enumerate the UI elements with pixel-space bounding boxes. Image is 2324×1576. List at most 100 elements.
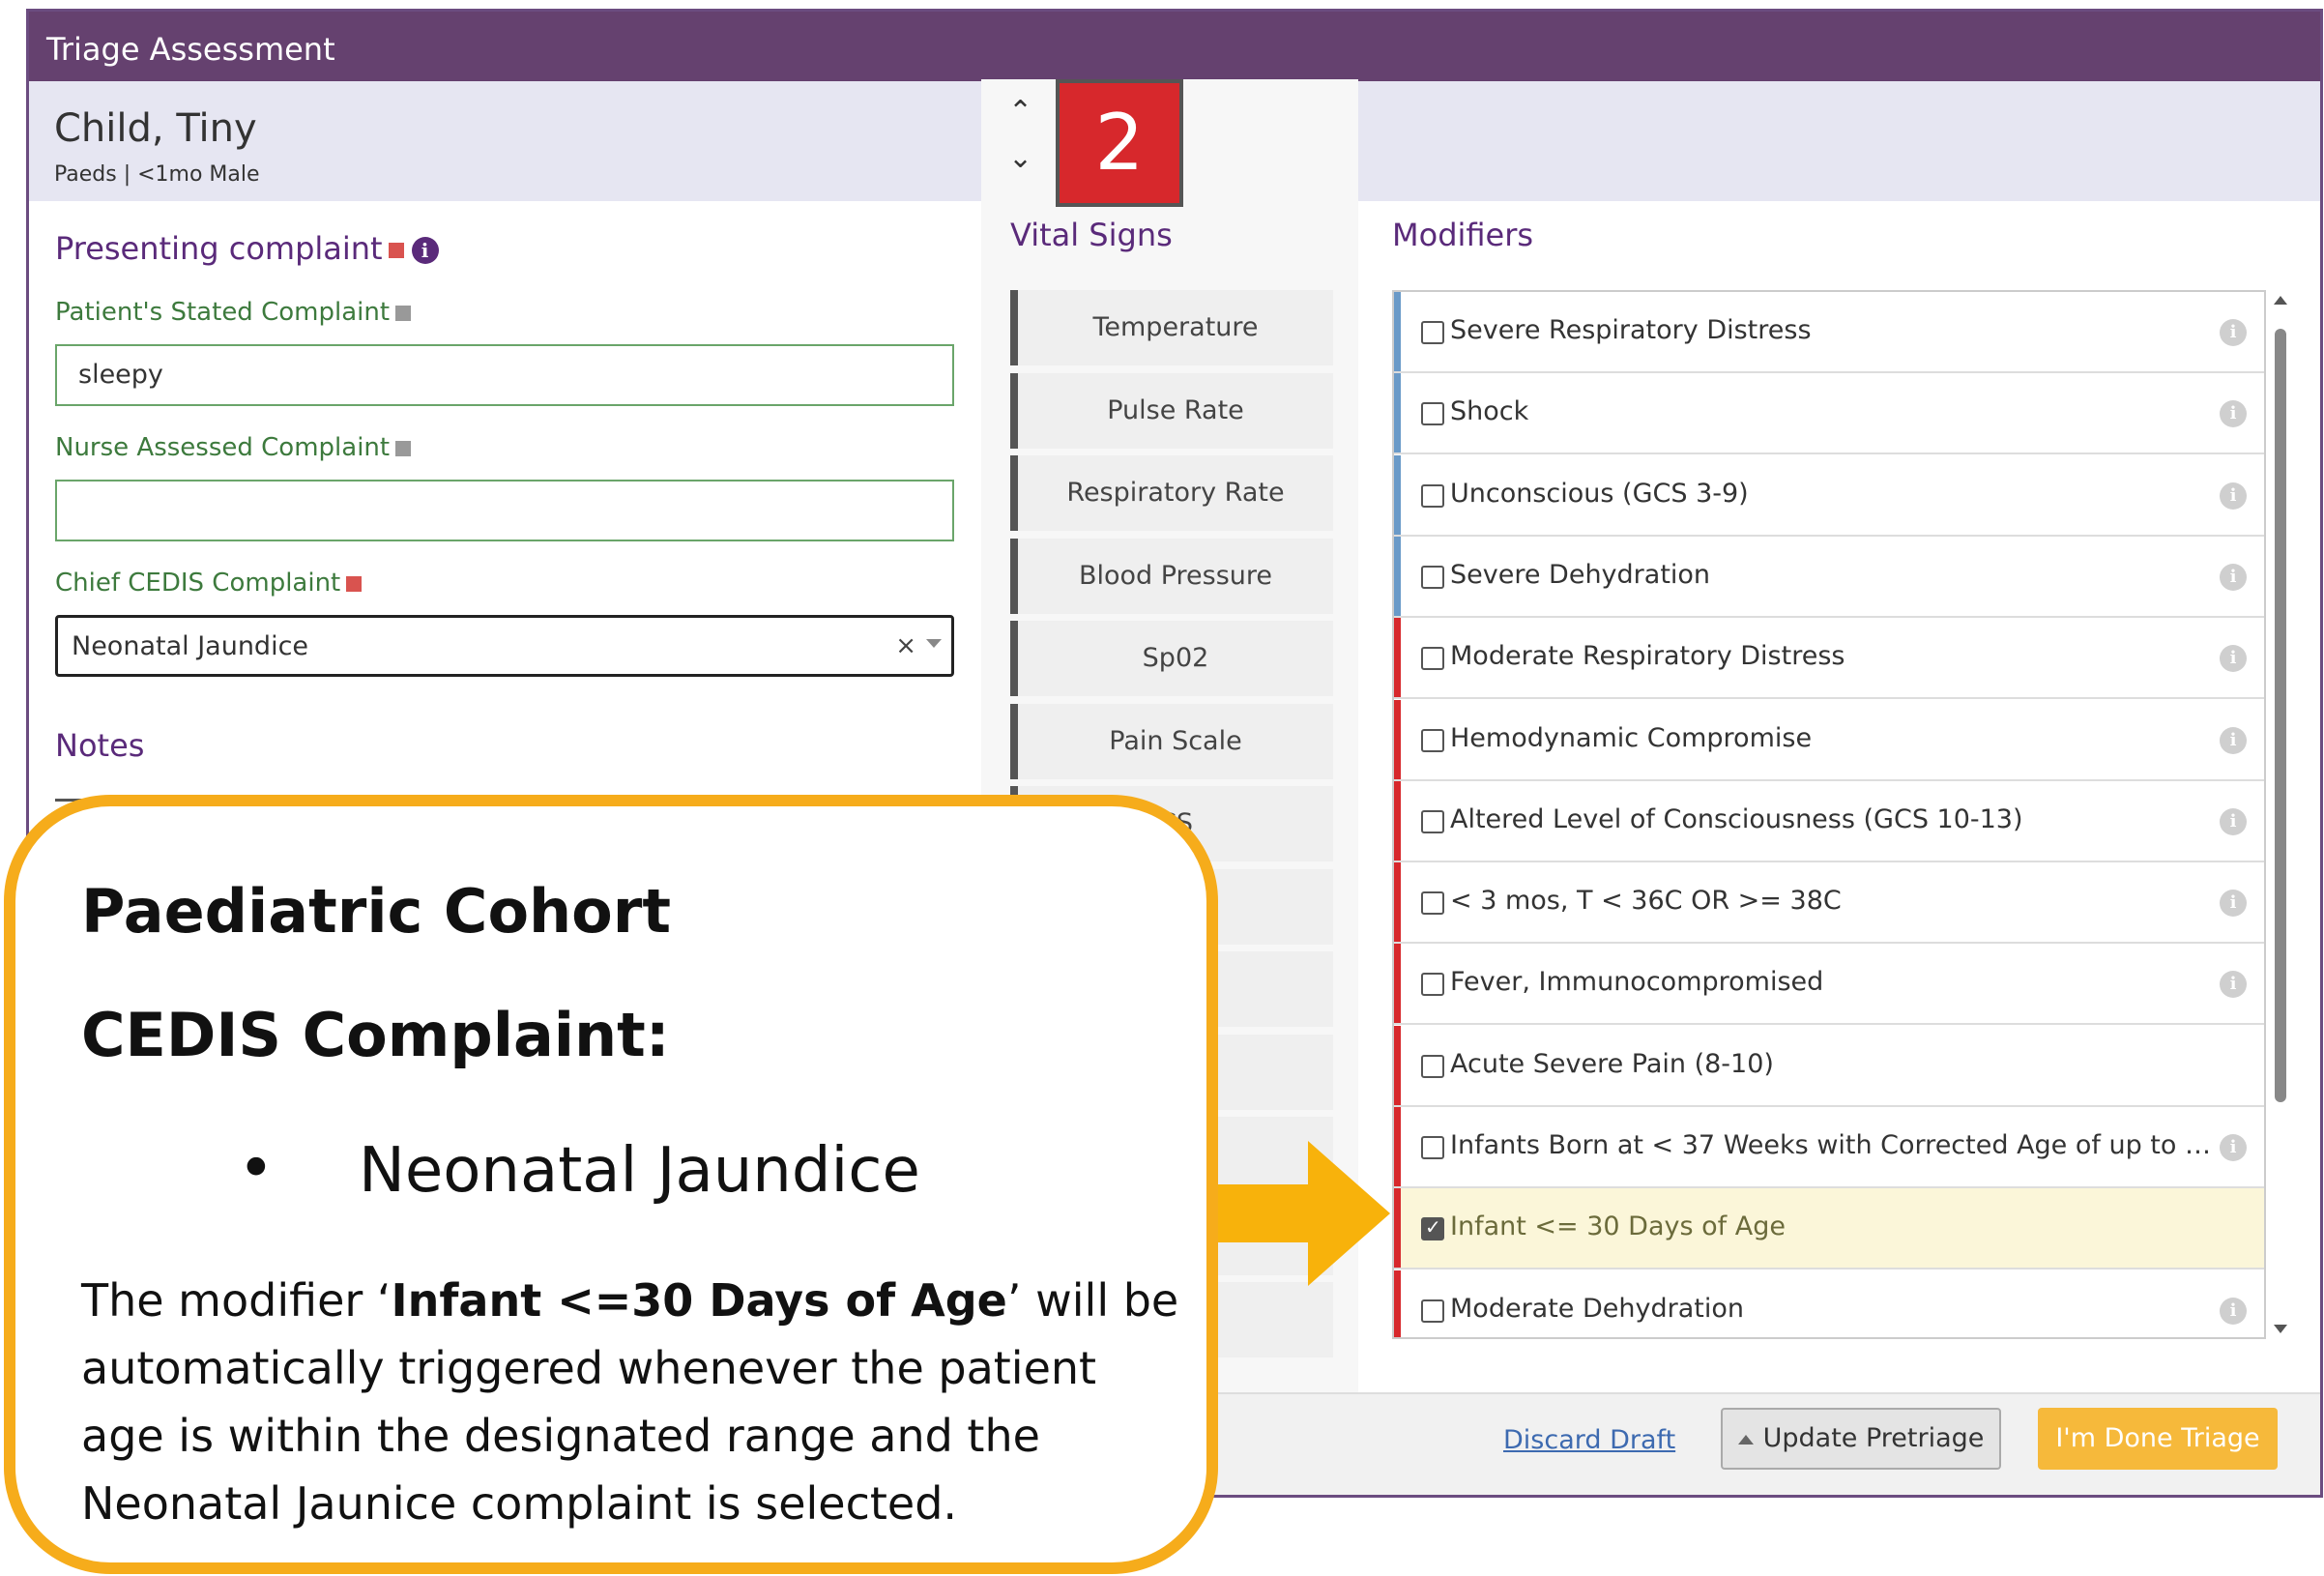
info-icon[interactable]: i xyxy=(2220,319,2247,346)
modifier-item[interactable]: Hemodynamic Compromise i xyxy=(1394,699,2264,781)
modifier-checkbox[interactable] xyxy=(1421,321,1444,344)
annotation-callout: Paediatric Cohort CEDIS Complaint: • Neo… xyxy=(4,795,1218,1574)
modifier-checkbox[interactable] xyxy=(1421,1215,1444,1241)
modifier-checkbox[interactable] xyxy=(1421,565,1444,589)
callout-arrow xyxy=(1216,1141,1390,1286)
modifier-checkbox[interactable] xyxy=(1421,483,1444,508)
severity-bar xyxy=(1394,292,1401,371)
severity-bar xyxy=(1394,1025,1401,1105)
info-icon[interactable]: i xyxy=(2220,400,2247,428)
modifier-label: Infants Born at < 37 Weeks with Correcte… xyxy=(1450,1130,2214,1160)
severity-bar xyxy=(1394,780,1401,861)
modifier-item[interactable]: Fever, Immunocompromised i xyxy=(1394,944,2264,1026)
info-icon[interactable]: i xyxy=(2220,726,2247,754)
vital-sign-button[interactable]: Pulse Rate xyxy=(1010,372,1333,449)
nurse-complaint-label: Nurse Assessed Complaint xyxy=(55,433,412,462)
modifier-label: Infant <= 30 Days of Age xyxy=(1450,1211,1786,1242)
info-icon[interactable]: i xyxy=(2220,807,2247,835)
info-icon[interactable]: i xyxy=(2220,482,2247,510)
clear-icon[interactable]: × xyxy=(895,631,916,660)
severity-bar xyxy=(1394,373,1401,453)
presenting-complaint-title: Presenting complaint i xyxy=(55,230,439,267)
severity-bar xyxy=(1394,1107,1401,1186)
severity-bar xyxy=(1394,454,1401,535)
modifier-checkbox[interactable] xyxy=(1421,1054,1444,1078)
modifier-label: Fever, Immunocompromised xyxy=(1450,967,1824,998)
modifier-item[interactable]: Moderate Respiratory Distress i xyxy=(1394,618,2264,700)
discard-draft-link[interactable]: Discard Draft xyxy=(1503,1425,1675,1455)
chevron-down-icon[interactable] xyxy=(926,639,942,648)
severity-bar xyxy=(1394,699,1401,779)
nurse-complaint-text: Nurse Assessed Complaint xyxy=(55,433,391,462)
notes-title: Notes xyxy=(55,727,145,764)
modifier-item[interactable]: Acute Severe Pain (8-10) xyxy=(1394,1025,2264,1107)
info-icon[interactable]: i xyxy=(2220,1297,2247,1325)
modifier-label: Unconscious (GCS 3-9) xyxy=(1450,478,1749,509)
info-icon[interactable]: i xyxy=(2220,890,2247,918)
modifier-checkbox[interactable] xyxy=(1421,728,1444,752)
done-triage-button[interactable]: I'm Done Triage xyxy=(2038,1408,2278,1470)
info-icon[interactable]: i xyxy=(2220,971,2247,999)
vital-sign-button[interactable]: Respiratory Rate xyxy=(1010,455,1333,531)
modifier-item[interactable]: Altered Level of Consciousness (GCS 10-1… xyxy=(1394,780,2264,862)
chief-complaint-label: Chief CEDIS Complaint xyxy=(55,569,363,598)
info-icon[interactable]: i xyxy=(411,237,439,264)
callout-complaint-item: Neonatal Jaundice xyxy=(359,1135,920,1207)
chevron-down-icon[interactable]: ⌄ xyxy=(1008,141,1032,175)
severity-bar xyxy=(1394,618,1401,698)
modifier-item[interactable]: Shock i xyxy=(1394,373,2264,455)
severity-bar xyxy=(1394,1188,1401,1269)
modifier-checkbox[interactable] xyxy=(1421,973,1444,997)
callout-body-bold: Infant <=30 Days of Age xyxy=(391,1274,1007,1327)
modifier-label: Severe Dehydration xyxy=(1450,559,1711,590)
modifier-item[interactable]: Infants Born at < 37 Weeks with Correcte… xyxy=(1394,1107,2264,1188)
vital-sign-button[interactable]: Temperature xyxy=(1010,290,1333,365)
scroll-up-arrow-icon[interactable] xyxy=(2274,296,2287,305)
scroll-thumb[interactable] xyxy=(2275,329,2286,1102)
callout-bullet: • xyxy=(238,1133,275,1205)
info-icon[interactable]: i xyxy=(2220,645,2247,673)
modifier-item[interactable]: Unconscious (GCS 3-9) i xyxy=(1394,454,2264,537)
vital-sign-button[interactable]: Blood Pressure xyxy=(1010,538,1333,614)
severity-bar xyxy=(1394,944,1401,1024)
stated-complaint-text: Patient's Stated Complaint xyxy=(55,298,391,327)
severity-bar xyxy=(1394,1270,1401,1337)
modifier-label: < 3 mos, T < 36C OR >= 38C xyxy=(1450,886,1842,917)
modifier-label: Shock xyxy=(1450,396,1529,427)
vital-sign-button[interactable]: Sp02 xyxy=(1010,621,1333,696)
info-icon[interactable]: i xyxy=(2220,1134,2247,1161)
patient-details: Paeds | <1mo Male xyxy=(54,162,260,187)
scroll-down-arrow-icon[interactable] xyxy=(2274,1325,2287,1333)
modifier-checkbox[interactable] xyxy=(1421,647,1444,671)
optional-marker xyxy=(395,440,412,456)
step-badge: 2 xyxy=(1056,79,1183,207)
modifier-item[interactable]: Severe Respiratory Distress i xyxy=(1394,292,2264,373)
modifier-label: Moderate Dehydration xyxy=(1450,1293,1744,1324)
chief-complaint-select[interactable]: Neonatal Jaundice × xyxy=(55,615,954,677)
modifier-checkbox[interactable] xyxy=(1421,402,1444,426)
vital-sign-button[interactable]: Pain Scale xyxy=(1010,703,1333,779)
chief-complaint-text: Chief CEDIS Complaint xyxy=(55,569,341,598)
patient-name: Child, Tiny xyxy=(54,106,257,151)
update-pretriage-button[interactable]: Update Pretriage xyxy=(1721,1408,2001,1470)
modifier-label: Severe Respiratory Distress xyxy=(1450,315,1812,345)
modifier-item[interactable]: Infant <= 30 Days of Age xyxy=(1394,1188,2264,1270)
stated-complaint-input[interactable]: sleepy xyxy=(55,344,954,406)
chevron-up-icon xyxy=(1737,1434,1754,1445)
presenting-complaint-label: Presenting complaint xyxy=(55,230,383,267)
modifiers-scrollbar[interactable] xyxy=(2268,290,2293,1339)
modifier-checkbox[interactable] xyxy=(1421,1299,1444,1323)
modifier-item[interactable]: Severe Dehydration i xyxy=(1394,536,2264,618)
modifier-item[interactable]: < 3 mos, T < 36C OR >= 38C i xyxy=(1394,862,2264,945)
modifier-item[interactable]: Moderate Dehydration i xyxy=(1394,1270,2264,1337)
modifier-checkbox[interactable] xyxy=(1421,809,1444,833)
callout-body-pre: The modifier ‘ xyxy=(81,1274,392,1327)
modifier-checkbox[interactable] xyxy=(1421,891,1444,916)
chief-complaint-value: Neonatal Jaundice xyxy=(72,631,309,661)
modifier-checkbox[interactable] xyxy=(1421,1136,1444,1159)
info-icon[interactable]: i xyxy=(2220,563,2247,591)
severity-bar xyxy=(1394,862,1401,943)
nurse-complaint-input[interactable] xyxy=(55,480,954,541)
modifier-label: Moderate Respiratory Distress xyxy=(1450,641,1845,672)
chevron-up-icon[interactable]: ⌃ xyxy=(1008,95,1032,129)
